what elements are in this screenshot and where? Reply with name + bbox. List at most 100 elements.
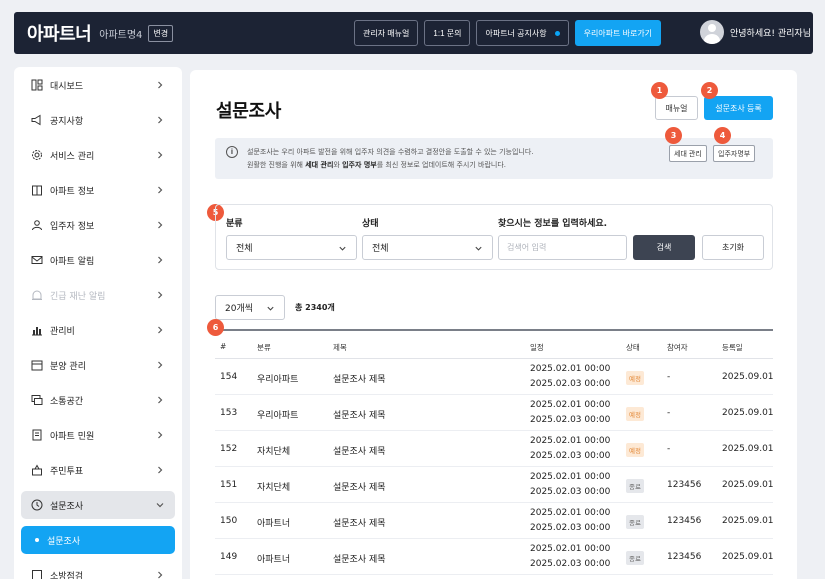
page-size-select[interactable]: 20개씩 xyxy=(215,295,285,320)
row-start: 2025.02.01 00:00 xyxy=(530,436,611,446)
row-date: 2025.09.01 xyxy=(722,480,774,490)
row-start: 2025.02.01 00:00 xyxy=(530,472,611,482)
chevron-right-icon xyxy=(158,396,163,404)
new-dot-icon xyxy=(554,30,560,36)
sidebar-item[interactable]: 대시보드 xyxy=(21,71,175,99)
sidebar-item[interactable]: 주민투표 xyxy=(21,456,175,484)
sidebar-subitem-label: 설문조사 xyxy=(47,536,81,547)
sidebar-item[interactable]: 아파트 민원 xyxy=(21,421,175,449)
bullet-icon xyxy=(35,538,39,542)
resident-list-button[interactable]: 입주자명부 xyxy=(713,145,756,162)
search-input[interactable] xyxy=(498,235,627,260)
household-manage-button[interactable]: 세대 관리 xyxy=(669,145,707,162)
chevron-right-icon xyxy=(158,186,163,194)
chevron-right-icon xyxy=(158,571,163,579)
sidebar-item-label: 분양 관리 xyxy=(50,361,86,372)
sidebar-item[interactable]: 분양 관리 xyxy=(21,351,175,379)
row-title[interactable]: 설문조사 제목 xyxy=(333,372,386,385)
row-participants: 123456 xyxy=(667,516,702,526)
user-menu[interactable]: 안녕하세요! 관리자님 xyxy=(700,20,811,44)
table-row[interactable]: 150 아파트너 설문조사 제목 2025.02.01 00:00 2025.02.03… xyxy=(215,503,774,539)
row-number: 151 xyxy=(220,480,238,490)
notice-button-label: 아파트너 공지사항 xyxy=(485,28,547,38)
chevron-right-icon xyxy=(158,361,163,369)
sidebar-item-label: 관리비 xyxy=(50,326,75,337)
row-number: 149 xyxy=(220,552,238,562)
sidebar-item-fire-inspection[interactable]: 소방점검 xyxy=(21,561,175,579)
sidebar-item[interactable]: 아파트 정보 xyxy=(21,176,175,204)
chevron-right-icon xyxy=(158,116,163,124)
table-row[interactable]: 149 아파트너 설문조사 제목 2025.02.01 00:00 2025.02.03… xyxy=(215,539,774,575)
user-greeting: 안녕하세요! 관리자님 xyxy=(730,28,811,39)
row-title[interactable]: 설문조사 제목 xyxy=(333,552,386,565)
sidebar-item-label: 소방점검 xyxy=(50,571,84,579)
row-category: 아파트너 xyxy=(257,519,291,529)
sidebar-item-label: 소통공간 xyxy=(50,396,84,407)
sidebar-item[interactable]: 서비스 관리 xyxy=(21,141,175,169)
table-row[interactable]: 153 우리아파트 설문조사 제목 2025.02.01 00:00 2025.02.0… xyxy=(215,395,774,431)
sidebar-item[interactable]: 아파트 알림 xyxy=(21,246,175,274)
go-apartment-button[interactable]: 우리아파트 바로가기 xyxy=(574,20,662,46)
search-button[interactable]: 검색 xyxy=(633,235,695,260)
row-title[interactable]: 설문조사 제목 xyxy=(333,516,386,529)
row-date: 2025.09.01 xyxy=(722,516,774,526)
admin-manual-button[interactable]: 관리자 매뉴얼 xyxy=(354,20,419,46)
info-icon: i xyxy=(226,146,238,158)
marker-4: 4 xyxy=(714,127,731,144)
person-icon xyxy=(32,220,42,231)
manual-button[interactable]: 매뉴얼 xyxy=(655,96,698,120)
building-icon xyxy=(32,185,42,196)
row-end: 2025.02.03 00:00 xyxy=(530,415,611,425)
category-select[interactable]: 전체 xyxy=(226,235,357,260)
chevron-down-icon xyxy=(339,246,346,251)
sidebar-item-label: 공지사항 xyxy=(50,116,84,127)
status-select[interactable]: 전체 xyxy=(362,235,493,260)
row-start: 2025.02.01 00:00 xyxy=(530,508,611,518)
notice-button[interactable]: 아파트너 공지사항 xyxy=(476,20,569,46)
sidebar-subitem-survey[interactable]: 설문조사 xyxy=(21,526,175,554)
chevron-right-icon xyxy=(158,431,163,439)
status-label: 상태 xyxy=(362,219,379,229)
megaphone-icon xyxy=(31,114,41,126)
status-badge: 종료 xyxy=(626,479,644,493)
register-survey-button[interactable]: 설문조사 등록 xyxy=(704,96,773,120)
sidebar-item[interactable]: 긴급 재난 알림 xyxy=(21,281,175,309)
sidebar-item[interactable]: 관리비 xyxy=(21,316,175,344)
sidebar-item-label: 대시보드 xyxy=(50,81,84,92)
chevron-right-icon xyxy=(158,291,163,299)
sidebar-item[interactable]: 소통공간 xyxy=(21,386,175,414)
sidebar-item[interactable]: 공지사항 xyxy=(21,106,175,134)
table-row[interactable]: 151 자치단체 설문조사 제목 2025.02.01 00:00 2025.02.03… xyxy=(215,467,774,503)
row-category: 우리아파트 xyxy=(257,375,299,385)
row-participants: 123456 xyxy=(667,480,702,490)
row-category: 자치단체 xyxy=(257,447,291,457)
column-header: 등록일 xyxy=(722,343,743,352)
chevron-right-icon xyxy=(158,466,163,474)
category-value: 전체 xyxy=(236,244,253,254)
marker-3: 3 xyxy=(665,127,682,144)
marker-1: 1 xyxy=(651,82,668,99)
chevron-right-icon xyxy=(158,221,163,229)
inquiry-button[interactable]: 1:1 문의 xyxy=(424,20,471,46)
page-size-value: 20개씩 xyxy=(225,304,254,314)
row-title[interactable]: 설문조사 제목 xyxy=(333,480,386,493)
chevron-right-icon xyxy=(158,151,163,159)
row-participants: - xyxy=(667,408,671,418)
change-apartment-button[interactable]: 변경 xyxy=(148,24,174,42)
row-number: 150 xyxy=(220,516,238,526)
row-category: 자치단체 xyxy=(257,483,291,493)
logo[interactable]: 아파트너 xyxy=(27,20,92,46)
info-text-2: 원활한 진행을 위해 세대 관리와 입주자 명부를 최신 정보로 업데이트해 주… xyxy=(247,161,506,169)
status-value: 전체 xyxy=(372,244,389,254)
top-bar: 아파트너 아파트명4 변경 관리자 매뉴얼 1:1 문의 아파트너 공지사항 우… xyxy=(14,12,813,54)
row-start: 2025.02.01 00:00 xyxy=(530,544,611,554)
table-body: 154 우리아파트 설문조사 제목 2025.02.01 00:00 2025.02.0… xyxy=(215,359,774,575)
chart-icon xyxy=(32,327,42,336)
table-row[interactable]: 154 우리아파트 설문조사 제목 2025.02.01 00:00 2025.02.0… xyxy=(215,359,774,395)
table-row[interactable]: 152 자치단체 설문조사 제목 2025.02.01 00:00 2025.02.03… xyxy=(215,431,774,467)
row-title[interactable]: 설문조사 제목 xyxy=(333,444,386,457)
sidebar-item[interactable]: 입주자 정보 xyxy=(21,211,175,239)
sidebar-item[interactable]: 설문조사 xyxy=(21,491,175,519)
reset-button[interactable]: 초기화 xyxy=(702,235,764,260)
row-title[interactable]: 설문조사 제목 xyxy=(333,408,386,421)
